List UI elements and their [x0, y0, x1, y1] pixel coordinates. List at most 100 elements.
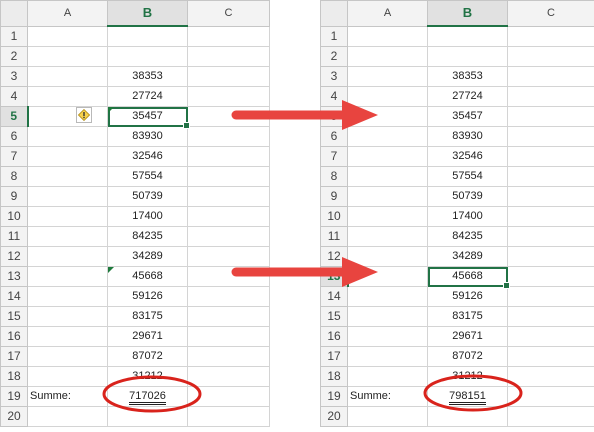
cell-a[interactable]	[347, 326, 428, 347]
cell-a[interactable]	[27, 106, 108, 127]
cell-a[interactable]	[347, 226, 428, 247]
cell-a[interactable]	[347, 346, 428, 367]
cell-b[interactable]: 50739	[107, 186, 188, 207]
column-header-a[interactable]: A	[347, 0, 428, 27]
cell-a[interactable]	[347, 286, 428, 307]
row-header[interactable]: 1	[0, 25, 28, 47]
cell-b[interactable]: 798151	[427, 386, 508, 407]
cell-c[interactable]	[187, 106, 270, 127]
cell-a[interactable]	[347, 146, 428, 167]
cell-c[interactable]	[507, 346, 594, 367]
row-header[interactable]: 8	[320, 166, 348, 187]
row-header[interactable]: 14	[320, 286, 348, 307]
cell-a[interactable]	[27, 246, 108, 267]
cell-a[interactable]	[347, 25, 428, 47]
row-header[interactable]: 4	[320, 86, 348, 107]
column-header-b[interactable]: B	[107, 0, 188, 27]
cell-b[interactable]: 17400	[107, 206, 188, 227]
cell-c[interactable]	[507, 406, 594, 427]
cell-c[interactable]	[187, 306, 270, 327]
row-header[interactable]: 2	[0, 46, 28, 67]
cell-c[interactable]	[507, 146, 594, 167]
cell-a[interactable]	[347, 246, 428, 267]
cell-a[interactable]	[347, 266, 428, 287]
column-header-c[interactable]: C	[507, 0, 594, 27]
cell-a[interactable]	[27, 146, 108, 167]
cell-c[interactable]	[507, 206, 594, 227]
cell-b[interactable]: 34289	[427, 246, 508, 267]
cell-b[interactable]: 29671	[107, 326, 188, 347]
cell-a[interactable]	[27, 166, 108, 187]
cell-b[interactable]: 35457	[427, 106, 508, 127]
cell-b[interactable]: 32546	[427, 146, 508, 167]
cell-c[interactable]	[507, 326, 594, 347]
cell-c[interactable]	[187, 246, 270, 267]
cell-c[interactable]	[187, 266, 270, 287]
row-header[interactable]: 13	[320, 266, 349, 287]
cell-a[interactable]	[27, 346, 108, 367]
cell-a[interactable]	[347, 186, 428, 207]
cell-b[interactable]	[427, 406, 508, 427]
row-header[interactable]: 10	[320, 206, 348, 227]
row-header[interactable]: 2	[320, 46, 348, 67]
cell-b[interactable]: 84235	[107, 226, 188, 247]
cell-a[interactable]	[27, 226, 108, 247]
cell-c[interactable]	[187, 186, 270, 207]
cell-c[interactable]	[187, 86, 270, 107]
cell-c[interactable]	[187, 286, 270, 307]
cell-b[interactable]: 27724	[107, 86, 188, 107]
row-header[interactable]: 8	[0, 166, 28, 187]
row-header[interactable]: 19	[0, 386, 28, 407]
cell-a[interactable]	[27, 406, 108, 427]
cell-c[interactable]	[507, 25, 594, 47]
row-header[interactable]: 14	[0, 286, 28, 307]
row-header[interactable]: 11	[320, 226, 348, 247]
row-header[interactable]: 3	[320, 66, 348, 87]
cell-a[interactable]	[347, 306, 428, 327]
cell-b[interactable]: 83175	[107, 306, 188, 327]
cell-c[interactable]	[187, 66, 270, 87]
row-header[interactable]: 7	[320, 146, 348, 167]
row-header[interactable]: 1	[320, 25, 348, 47]
cell-c[interactable]	[187, 46, 270, 67]
cell-c[interactable]	[187, 166, 270, 187]
cell-c[interactable]	[187, 126, 270, 147]
cell-b[interactable]: 45668	[427, 266, 510, 289]
cell-b[interactable]	[107, 46, 188, 67]
cell-c[interactable]	[507, 126, 594, 147]
cell-a[interactable]	[27, 186, 108, 207]
row-header[interactable]: 20	[320, 406, 348, 427]
cell-b[interactable]: 84235	[427, 226, 508, 247]
cell-a[interactable]	[347, 86, 428, 107]
cell-c[interactable]	[507, 166, 594, 187]
row-header[interactable]: 18	[320, 366, 348, 387]
cell-b[interactable]: 17400	[427, 206, 508, 227]
cell-a[interactable]	[347, 166, 428, 187]
row-header[interactable]: 5	[0, 106, 29, 127]
cell-b[interactable]: 38353	[427, 66, 508, 87]
row-header[interactable]: 6	[320, 126, 348, 147]
row-header[interactable]: 11	[0, 226, 28, 247]
cell-b[interactable]	[107, 406, 188, 427]
row-header[interactable]: 12	[0, 246, 28, 267]
cell-c[interactable]	[507, 66, 594, 87]
cell-a[interactable]	[347, 46, 428, 67]
row-header[interactable]: 6	[0, 126, 28, 147]
cell-b[interactable]: 717026	[107, 386, 188, 407]
column-header-b[interactable]: B	[427, 0, 508, 27]
cell-b[interactable]: 35457	[107, 106, 190, 129]
cell-b[interactable]: 87072	[107, 346, 188, 367]
cell-a[interactable]	[27, 286, 108, 307]
cell-a[interactable]	[347, 366, 428, 387]
cell-b[interactable]: 57554	[107, 166, 188, 187]
cell-b[interactable]: 45668	[107, 266, 188, 287]
row-header[interactable]: 4	[0, 86, 28, 107]
row-header[interactable]: 7	[0, 146, 28, 167]
cell-c[interactable]	[187, 226, 270, 247]
cell-c[interactable]	[187, 366, 270, 387]
row-header[interactable]: 12	[320, 246, 348, 267]
cell-a[interactable]	[27, 206, 108, 227]
cell-c[interactable]	[187, 206, 270, 227]
row-header[interactable]: 20	[0, 406, 28, 427]
row-header[interactable]: 17	[0, 346, 28, 367]
